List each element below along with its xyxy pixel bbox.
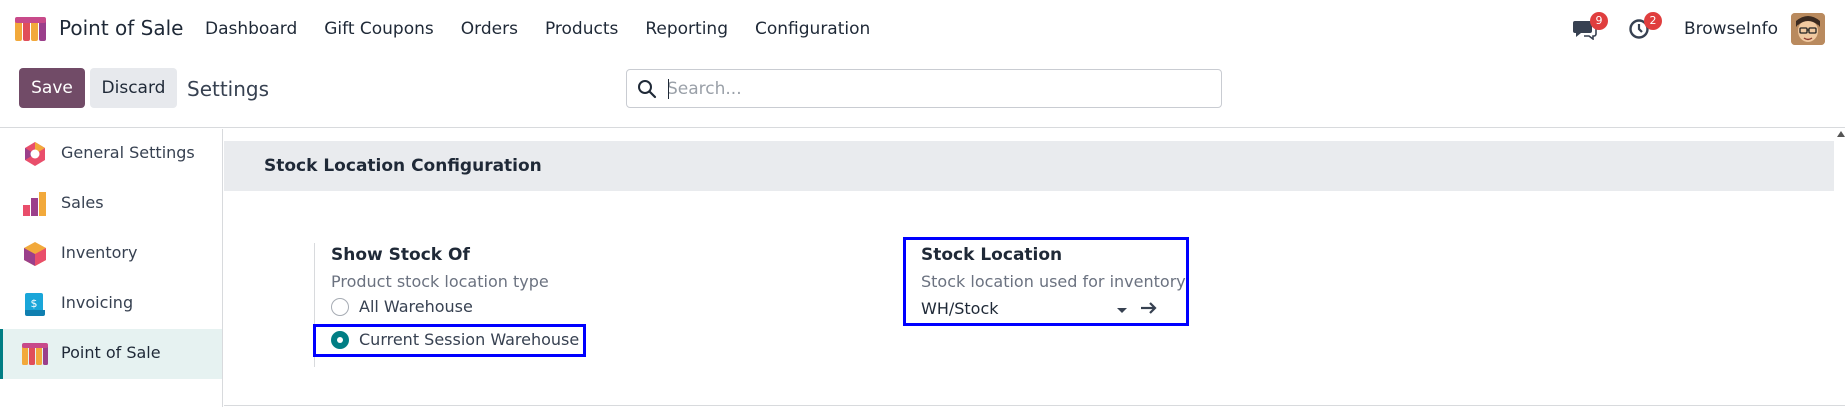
sidebar-item-point-of-sale[interactable]: Point of Sale	[0, 329, 222, 379]
show-stock-title: Show Stock Of	[331, 245, 470, 265]
scroll-up-icon[interactable]	[1837, 131, 1845, 137]
invoicing-icon: $	[25, 293, 45, 316]
top-navbar: Point of Sale Dashboard Gift Coupons Ord…	[0, 0, 1845, 58]
search-input[interactable]	[667, 70, 1207, 107]
sidebar-item-sales[interactable]: Sales	[0, 179, 222, 229]
app-name[interactable]: Point of Sale	[59, 16, 183, 40]
sidebar-item-label: Invoicing	[61, 293, 134, 312]
user-avatar[interactable]	[1791, 13, 1825, 45]
settings-sidebar: General Settings Sales Inventory $ Invoi…	[0, 129, 223, 407]
sales-icon	[23, 192, 46, 216]
search-box[interactable]	[626, 69, 1222, 108]
show-stock-description: Product stock location type	[331, 272, 549, 291]
sidebar-item-invoicing[interactable]: $ Invoicing	[0, 279, 222, 329]
scrollbar[interactable]	[1834, 129, 1845, 407]
user-name[interactable]: BrowseInfo	[1684, 19, 1778, 39]
save-button[interactable]: Save	[19, 68, 85, 108]
control-panel: Save Discard Settings	[0, 58, 1845, 128]
menu-configuration[interactable]: Configuration	[755, 19, 870, 39]
sidebar-item-label: Inventory	[61, 243, 138, 262]
discard-button[interactable]: Discard	[90, 68, 177, 108]
menu-orders[interactable]: Orders	[461, 19, 518, 39]
stock-location-title: Stock Location	[921, 245, 1063, 265]
content-divider	[224, 405, 1845, 406]
arrow-right-icon[interactable]	[1140, 301, 1158, 315]
stock-location-select[interactable]: WH/Stock	[921, 299, 999, 318]
point-of-sale-icon	[22, 343, 48, 365]
menu-gift-coupons[interactable]: Gift Coupons	[324, 19, 434, 39]
messages-badge: 9	[1590, 12, 1608, 30]
menu-reporting[interactable]: Reporting	[645, 19, 728, 39]
sidebar-item-general-settings[interactable]: General Settings	[0, 129, 222, 179]
inventory-icon	[24, 242, 46, 266]
sidebar-item-label: Point of Sale	[61, 343, 161, 362]
radio-label: All Warehouse	[359, 297, 473, 316]
sidebar-item-inventory[interactable]: Inventory	[0, 229, 222, 279]
chevron-down-icon[interactable]	[1117, 308, 1127, 313]
menu-dashboard[interactable]: Dashboard	[205, 19, 297, 39]
avatar-face-icon	[1791, 13, 1825, 45]
svg-text:$: $	[31, 297, 38, 310]
page-title: Settings	[187, 77, 270, 101]
search-icon	[638, 80, 657, 99]
radio-all-warehouse[interactable]: All Warehouse	[331, 297, 473, 316]
sidebar-item-label: Sales	[61, 193, 104, 212]
sidebar-item-label: General Settings	[61, 143, 195, 162]
section-title: Stock Location Configuration	[264, 156, 542, 176]
section-header: Stock Location Configuration	[224, 141, 1834, 191]
main-menu: Dashboard Gift Coupons Orders Products R…	[205, 19, 897, 39]
menu-products[interactable]: Products	[545, 19, 618, 39]
highlight-box-current-session	[313, 324, 586, 357]
activities-badge: 2	[1644, 12, 1662, 30]
point-of-sale-app-icon[interactable]	[15, 17, 49, 41]
radio-button[interactable]	[331, 297, 349, 316]
text-cursor	[668, 79, 669, 99]
stock-location-description: Stock location used for inventory	[921, 272, 1186, 291]
general-settings-icon	[25, 142, 45, 166]
